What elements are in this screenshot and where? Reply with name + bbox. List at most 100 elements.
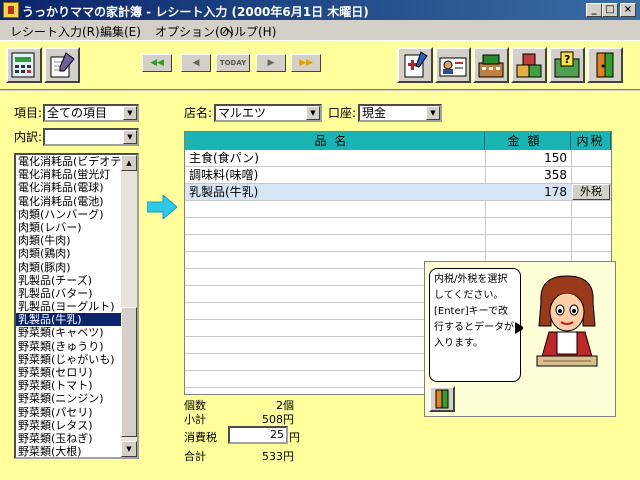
list-item[interactable]: 肉類(豚肉): [16, 261, 137, 274]
chevron-down-icon[interactable]: ▼: [123, 106, 137, 120]
table-row[interactable]: 主食(食パン) 150: [185, 150, 611, 167]
title-bar: うっかりママの家計簿 - レシート入力 (2000年6月1日 木曜日) _ □ …: [0, 0, 640, 20]
header-name: 品名: [185, 132, 485, 150]
app-icon: [3, 2, 19, 18]
first-button[interactable]: ◀◀: [142, 54, 172, 72]
total-value: 533円: [262, 450, 294, 463]
item-name-cell[interactable]: 調味料(味噌): [189, 167, 481, 183]
scroll-down-icon[interactable]: ▼: [121, 441, 137, 457]
today-label: TODAY: [219, 59, 247, 67]
list-scrollbar[interactable]: ▲ ▼: [121, 155, 137, 457]
menu-help[interactable]: ヘルプ(H): [222, 23, 276, 40]
double-right-arrow-icon: ▶▶: [299, 58, 313, 68]
prev-button[interactable]: ◀: [181, 54, 211, 72]
amount-cell[interactable]: 358: [485, 167, 567, 183]
right-arrow-icon: ▶: [267, 58, 275, 68]
boxes-icon: [516, 53, 542, 78]
list-item[interactable]: 肉類(レバー): [16, 221, 137, 234]
list-item[interactable]: 電化消耗品(電池): [16, 195, 137, 208]
last-button[interactable]: ▶▶: [291, 54, 321, 72]
table-row[interactable]: 調味料(味噌) 358: [185, 167, 611, 184]
store-combo-value: マルエツ: [218, 106, 267, 120]
item-combo[interactable]: 全ての項目 ▼: [43, 104, 139, 122]
table-row[interactable]: 乳製品(牛乳) 178 外税: [185, 184, 611, 201]
list-item[interactable]: 乳製品(ヨーグルト): [16, 300, 137, 313]
list-item[interactable]: 乳製品(牛乳): [16, 313, 137, 327]
chevron-down-icon[interactable]: ▼: [123, 130, 137, 144]
table-row[interactable]: [185, 218, 611, 235]
header-amount: 金額: [485, 132, 571, 150]
list-item[interactable]: 野菜類(ニンジン): [16, 392, 137, 405]
register-button[interactable]: [473, 47, 509, 83]
list-item[interactable]: 電化消耗品(電球): [16, 181, 137, 194]
exit-button[interactable]: [587, 47, 623, 83]
window-title: うっかりママの家計簿 - レシート入力 (2000年6月1日 木曜日): [22, 5, 369, 19]
list-item[interactable]: 電化消耗品(ビデオテ: [16, 155, 137, 168]
menu-bar: レシート入力(R) 編集(E) オプション(O) ヘルプ(H): [0, 20, 640, 40]
account-card-button[interactable]: [435, 47, 471, 83]
list-item[interactable]: 野菜類(きゅうり): [16, 340, 137, 353]
list-item[interactable]: 野菜類(じゃがいも): [16, 353, 137, 366]
help-button[interactable]: ?: [549, 47, 585, 83]
calculator-book-button[interactable]: [6, 47, 42, 83]
notepad-button[interactable]: [44, 47, 80, 83]
store-combo[interactable]: マルエツ ▼: [214, 104, 322, 122]
inventory-button[interactable]: [511, 47, 547, 83]
maximize-button[interactable]: □: [602, 3, 618, 17]
menu-receipt[interactable]: レシート入力(R): [10, 23, 100, 40]
help-book-icon: ?: [554, 51, 580, 78]
item-name-cell[interactable]: 乳製品(牛乳): [189, 184, 481, 200]
list-item[interactable]: 肉類(牛肉): [16, 234, 137, 247]
list-item[interactable]: 野菜類(キャベツ): [16, 326, 137, 339]
list-item[interactable]: 肉類(ハンバーグ): [16, 208, 137, 221]
double-left-arrow-icon: ◀◀: [150, 58, 164, 68]
account-combo-value: 現金: [362, 106, 387, 120]
chevron-down-icon[interactable]: ▼: [426, 106, 440, 120]
menu-edit[interactable]: 編集(E): [100, 23, 141, 40]
arrow-right-icon: [147, 195, 177, 219]
close-button[interactable]: ×: [620, 3, 636, 17]
amount-cell[interactable]: 178: [485, 184, 567, 200]
id-card-icon: [439, 57, 467, 77]
tax-unit: 円: [289, 431, 300, 444]
detail-combo[interactable]: ▼: [43, 128, 139, 146]
list-item[interactable]: 野菜類(セロリ): [16, 366, 137, 379]
next-button[interactable]: ▶: [256, 54, 286, 72]
scroll-thumb[interactable]: [121, 307, 137, 437]
toolbar: ◀◀ ◀ TODAY ▶ ▶▶ ?: [0, 40, 640, 90]
item-name-cell[interactable]: 主食(食パン): [189, 150, 481, 166]
list-item[interactable]: 野菜類(レタス): [16, 419, 137, 432]
subtotal-value: 508円: [262, 413, 294, 426]
list-item[interactable]: 野菜類(パセリ): [16, 406, 137, 419]
subtotal-label: 小計: [184, 413, 206, 426]
today-button[interactable]: TODAY: [216, 54, 250, 72]
tax-input[interactable]: 25: [228, 426, 288, 444]
help-panel: 内税/外税を選択してください。[Enter]キーで改行するとデータが入ります。: [424, 261, 616, 417]
chevron-down-icon[interactable]: ▼: [306, 106, 320, 120]
list-item[interactable]: 乳製品(バター): [16, 287, 137, 300]
list-item[interactable]: 乳製品(チーズ): [16, 274, 137, 287]
account-combo[interactable]: 現金 ▼: [358, 104, 442, 122]
store-label: 店名:: [184, 106, 213, 120]
list-item[interactable]: 肉類(鶏肉): [16, 247, 137, 260]
list-item[interactable]: 野菜類(トマト): [16, 379, 137, 392]
list-item[interactable]: 野菜類(玉ねぎ): [16, 432, 137, 445]
total-row: 合計 533円: [184, 447, 304, 463]
amount-cell[interactable]: 150: [485, 150, 567, 166]
account-label: 口座:: [328, 106, 357, 120]
notebook-add-icon: [404, 51, 428, 78]
svg-text:?: ?: [564, 53, 570, 66]
table-row[interactable]: [185, 201, 611, 218]
help-exit-button[interactable]: [429, 386, 455, 412]
list-item[interactable]: 電化消耗品(蛍光灯: [16, 168, 137, 181]
list-item[interactable]: 嗜好品(アイス): [16, 458, 137, 459]
minimize-button[interactable]: _: [586, 3, 602, 17]
scroll-up-icon[interactable]: ▲: [121, 155, 137, 171]
tax-type-button[interactable]: 外税: [572, 184, 610, 200]
category-list[interactable]: 電化消耗品(ビデオテ 電化消耗品(蛍光灯 電化消耗品(電球) 電化消耗品(電池) 肉類(…: [14, 153, 139, 459]
add-entry-button[interactable]: [397, 47, 433, 83]
main-area: 項目: 全ての項目 ▼ 内訳: ▼ 店名: マルエツ ▼ 口座: 現金 ▼ 電化…: [0, 91, 640, 480]
table-row[interactable]: [185, 235, 611, 252]
detail-label: 内訳:: [14, 130, 43, 144]
list-item[interactable]: 野菜類(大根): [16, 445, 137, 457]
